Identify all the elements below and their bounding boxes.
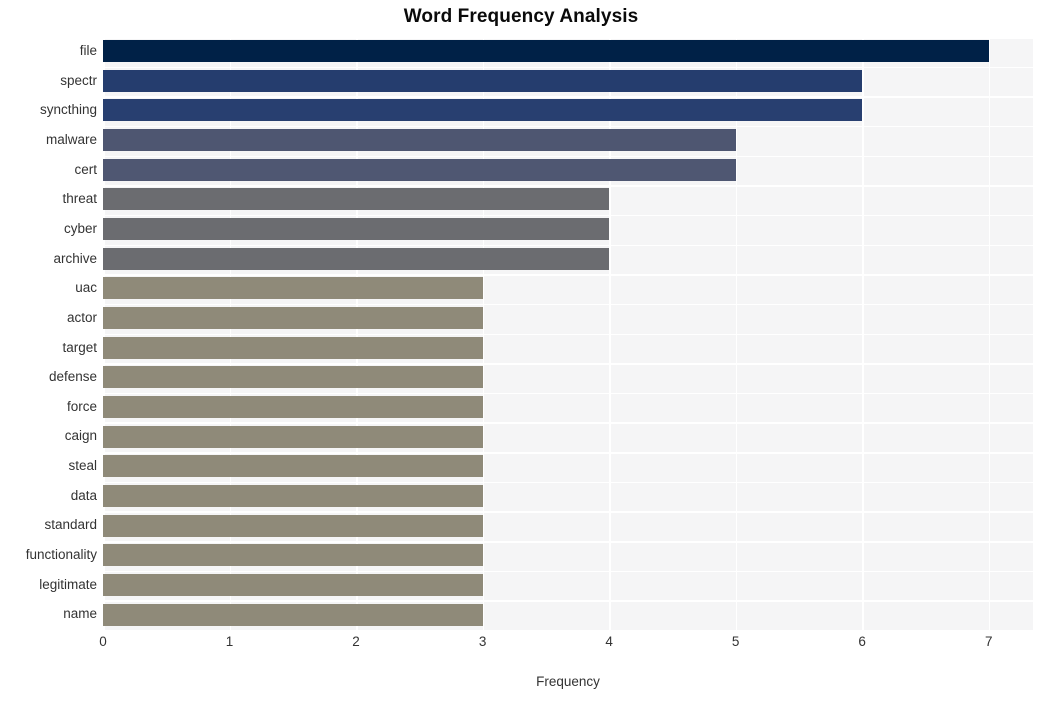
bar <box>103 158 736 181</box>
bar <box>103 129 736 152</box>
bar <box>103 40 989 63</box>
y-axis-tick-label: name <box>63 606 97 622</box>
y-axis-tick-label: standard <box>44 517 97 533</box>
chart-title: Word Frequency Analysis <box>403 6 639 27</box>
bar <box>103 218 610 241</box>
bar-row <box>103 37 1033 67</box>
y-axis-tick-label: force <box>66 398 97 414</box>
bars-layer <box>103 37 1033 630</box>
bar <box>103 336 483 359</box>
bar-row <box>103 334 1033 364</box>
x-axis-tick-label: 2 <box>352 634 360 649</box>
x-axis-tick-label: 3 <box>478 634 487 649</box>
bar-row <box>103 600 1033 630</box>
bar-row <box>103 274 1033 304</box>
y-axis-tick-label: syncthing <box>39 102 97 118</box>
y-axis-tick-label: cert <box>74 161 97 177</box>
y-axis-tick-label: malware <box>45 131 97 147</box>
y-axis-tick-label: file <box>79 43 97 58</box>
bar <box>103 247 610 270</box>
bar-row <box>103 422 1033 452</box>
bar-row <box>103 126 1033 156</box>
y-axis-tick-label: target <box>62 339 97 355</box>
bar <box>103 425 483 448</box>
chart-figure: Word Frequency Analysis file spectr syncth… <box>0 0 1042 701</box>
x-axis-tick-label: 5 <box>731 634 740 649</box>
bar-row <box>103 393 1033 423</box>
bar-row <box>103 245 1033 275</box>
bar <box>103 366 483 389</box>
bar <box>103 484 483 507</box>
x-axis-tick-label: 7 <box>984 634 993 649</box>
y-axis-tick-label: legitimate <box>39 576 97 592</box>
bar-row <box>103 571 1033 601</box>
y-axis-tick-label: actor <box>66 309 97 325</box>
y-axis-tick-label: uac <box>75 280 97 296</box>
x-axis-label: Frequency <box>536 674 600 689</box>
bar <box>103 188 610 211</box>
y-axis-tick-label: steal <box>68 458 97 474</box>
bar <box>103 573 483 596</box>
bar-row <box>103 67 1033 97</box>
y-axis-tick-label: functionality <box>25 547 97 563</box>
bar-row <box>103 363 1033 393</box>
bar-row <box>103 304 1033 334</box>
bar-row <box>103 541 1033 571</box>
x-axis-tick-label: 6 <box>858 634 866 649</box>
bar <box>103 99 863 122</box>
bar-row <box>103 215 1033 245</box>
x-axis-tick-label: 0 <box>99 634 107 649</box>
bar <box>103 69 863 92</box>
y-axis-tick-label: spectr <box>60 72 97 88</box>
bar <box>103 307 483 330</box>
bar <box>103 277 483 300</box>
gridline-horizontal <box>103 630 1033 632</box>
y-axis-tick-label: defense <box>48 369 97 385</box>
y-axis-tick-label: cyber <box>63 220 97 236</box>
y-axis-tick-labels: file spectr syncthing malware cert threat cybe… <box>0 37 97 630</box>
x-axis-tick-label: 4 <box>605 634 613 649</box>
bar <box>103 455 483 478</box>
bar <box>103 514 483 537</box>
bar <box>103 544 483 567</box>
bar-row <box>103 156 1033 186</box>
bar-row <box>103 511 1033 541</box>
x-axis-tick-label: 1 <box>225 634 234 649</box>
y-axis-tick-label: data <box>70 487 97 503</box>
y-axis-tick-label: archive <box>53 250 97 266</box>
x-axis-tick-labels: 0 1 2 3 4 5 6 7 <box>99 634 1033 656</box>
bar <box>103 395 483 418</box>
bar-row <box>103 96 1033 126</box>
y-axis-tick-label: threat <box>62 191 97 207</box>
bar-row <box>103 482 1033 512</box>
bar-row <box>103 185 1033 215</box>
bar <box>103 603 483 626</box>
y-axis-tick-label: caign <box>64 428 97 444</box>
bar-row <box>103 452 1033 482</box>
